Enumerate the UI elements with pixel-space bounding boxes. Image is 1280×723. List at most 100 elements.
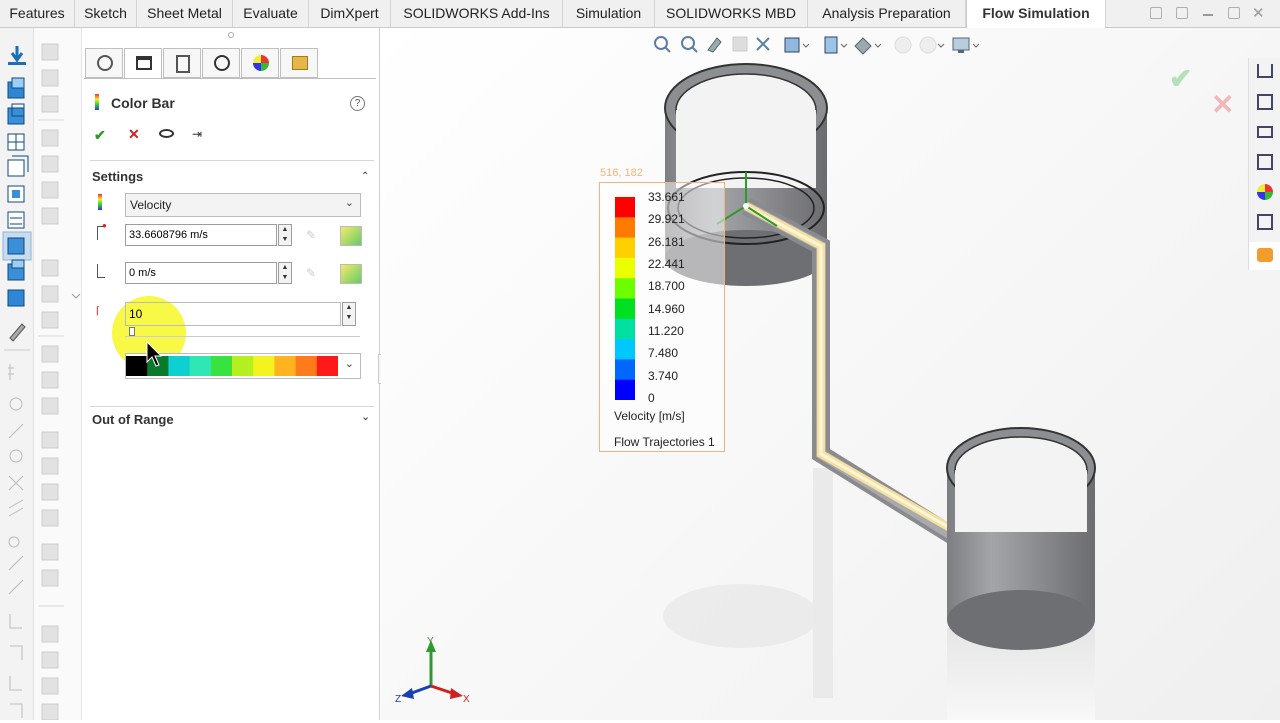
color-bar-icon (95, 94, 99, 110)
custom-properties-icon[interactable] (1257, 214, 1273, 230)
legend-color-segment (615, 237, 635, 259)
cut-plot-icon[interactable] (7, 289, 25, 307)
property-list-icon (136, 56, 152, 70)
max-value-icon: ● (97, 221, 107, 240)
tab-configuration-manager[interactable] (163, 48, 201, 78)
palette-swatch-segment (295, 356, 318, 376)
goals-icon[interactable] (7, 211, 25, 229)
tab-solidworks-add-ins[interactable]: SOLIDWORKS Add-Ins (391, 0, 563, 27)
legend-tick-label: 7.480 (648, 346, 679, 361)
restore-window-icon[interactable] (1228, 7, 1240, 19)
tab-dimxpert-manager[interactable] (202, 48, 240, 78)
model-geometry[interactable] (381, 28, 1280, 720)
levels-slider-thumb[interactable] (129, 327, 135, 336)
pin-icon[interactable]: ⇥ (192, 127, 202, 141)
results-icon[interactable] (7, 259, 25, 281)
legend-tick-label: 18.700 (648, 279, 685, 294)
general-settings-icon[interactable] (7, 77, 25, 99)
crosshair-icon (214, 55, 230, 71)
max-value-input[interactable] (125, 224, 277, 246)
panel-splitter-handle[interactable] (228, 32, 234, 38)
out-of-range-header[interactable]: Out of Range (92, 412, 174, 427)
graphics-area[interactable]: ✔ ✕ 516, 182 33.661 29.921 26.181 22.441… (381, 28, 1280, 720)
legend-tick-label: 33.661 (648, 190, 685, 204)
tab-dimxpert[interactable]: DimXpert (309, 0, 391, 27)
parameter-dropdown-value: Velocity (130, 198, 172, 212)
boundary-condition-icon[interactable] (7, 185, 25, 203)
appearance-sphere-icon (253, 55, 269, 71)
max-auto-disabled-icon: ✎ (306, 228, 317, 242)
minimize-pane-icon[interactable] (1150, 7, 1162, 19)
feature-tree-icon (97, 55, 113, 71)
tab-feature-manager[interactable] (85, 48, 123, 78)
legend-tick-label: 22.441 (648, 257, 685, 271)
reference-triad: Y X Z (395, 636, 470, 705)
parameter-dropdown[interactable]: Velocity ⌄ (125, 193, 361, 217)
appearances-icon[interactable] (1257, 184, 1273, 200)
flow-toolbar-icons (2, 46, 32, 718)
computational-domain-icon[interactable] (7, 103, 25, 125)
property-manager: Color Bar ? ✔ ✕ ⇥ Settings ⌃ Velocity ⌄ … (82, 28, 386, 720)
adjust-max-button[interactable] (340, 226, 362, 246)
legend-tick-label: 0 (648, 391, 655, 405)
color-legend[interactable]: 516, 182 33.661 29.921 26.181 22.441 18.700 1… (599, 167, 725, 452)
adjust-min-button[interactable] (340, 264, 362, 284)
min-value-input[interactable] (125, 262, 277, 284)
legend-color-segment (615, 379, 635, 400)
mouse-cursor-icon (146, 340, 163, 370)
max-value-spinner[interactable]: ▲ ▼ (278, 224, 292, 246)
collapse-settings-icon[interactable]: ⌃ (361, 171, 369, 182)
home-icon[interactable] (1257, 64, 1273, 78)
minimize-window-icon[interactable] (1203, 14, 1213, 16)
flow-tree-icon (292, 56, 308, 70)
legend-tick-label: 11.220 (648, 324, 684, 338)
palette-swatch-segment (168, 356, 191, 376)
cancel-icon[interactable]: ✕ (128, 126, 140, 143)
legend-color-bar (615, 197, 635, 400)
settings-header[interactable]: Settings (92, 169, 143, 184)
tab-analysis-preparation[interactable]: Analysis Preparation (808, 0, 966, 27)
tab-features[interactable]: Features (0, 0, 75, 27)
legend-color-segment (615, 217, 635, 239)
tab-sheet-metal[interactable]: Sheet Metal (137, 0, 233, 27)
min-value-spinner[interactable]: ▲ ▼ (278, 262, 292, 284)
tab-sketch[interactable]: Sketch (75, 0, 137, 27)
levels-spinner[interactable]: ▲ ▼ (342, 302, 356, 326)
levels-input[interactable] (125, 302, 341, 326)
eye-icon[interactable] (159, 129, 174, 138)
tools-icon[interactable] (9, 323, 26, 342)
wizard-icon[interactable] (8, 46, 26, 65)
tab-display-manager[interactable] (241, 48, 279, 78)
levels-slider[interactable] (125, 327, 360, 337)
tab-property-manager[interactable] (124, 48, 162, 78)
panel-title: Color Bar (111, 95, 175, 111)
mesh-icon[interactable] (7, 133, 25, 151)
legend-subtitle: Flow Trajectories 1 (614, 435, 715, 449)
expand-out-of-range-icon[interactable]: ⌄ (361, 410, 370, 423)
tab-evaluate[interactable]: Evaluate (233, 0, 309, 27)
run-icon[interactable] (7, 237, 25, 255)
legend-tick-label: 26.181 (648, 234, 685, 249)
legend-color-segment (615, 278, 635, 299)
ok-icon[interactable]: ✔ (94, 127, 106, 144)
legend-color-segment (615, 298, 635, 320)
tile-pane-icon[interactable] (1176, 7, 1188, 19)
help-icon[interactable]: ? (350, 96, 365, 111)
tab-simulation[interactable]: Simulation (563, 0, 655, 27)
min-value-icon (97, 264, 105, 278)
tab-flow-analysis-tree[interactable] (280, 48, 318, 78)
legend-color-segment (615, 257, 635, 279)
tab-flow-simulation[interactable]: Flow Simulation (966, 0, 1106, 28)
tab-solidworks-mbd[interactable]: SOLIDWORKS MBD (655, 0, 808, 27)
flow-simulation-pane-icon[interactable] (1249, 242, 1280, 270)
view-palette-icon[interactable] (1257, 154, 1273, 170)
close-window-icon[interactable]: ✕ (1252, 4, 1265, 22)
palette-swatch-segment (253, 356, 275, 376)
palette-chevron-down-icon: ⌄ (344, 358, 354, 370)
command-manager-tabs: Features Sketch Sheet Metal Evaluate Dim… (0, 0, 1280, 28)
design-library-icon[interactable] (1257, 94, 1273, 110)
file-explorer-icon[interactable] (1257, 126, 1273, 138)
triad-x-label: X (463, 694, 470, 705)
configuration-icon (176, 55, 190, 73)
fluid-subdomain-icon[interactable] (7, 155, 29, 177)
